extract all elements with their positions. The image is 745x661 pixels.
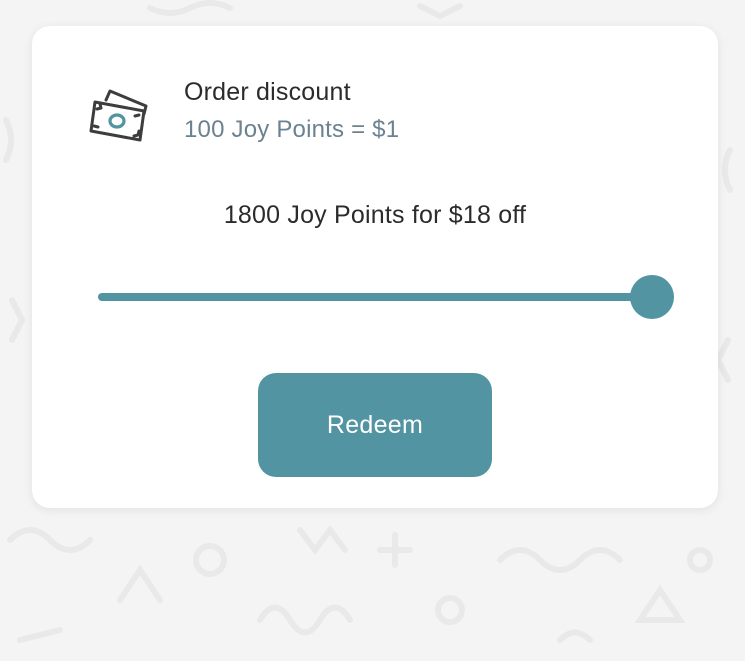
redemption-summary: 1800 Joy Points for $18 off: [223, 201, 527, 229]
points-slider[interactable]: [98, 275, 674, 319]
points-conversion-rate: 100 Joy Points = $1: [184, 116, 400, 143]
reward-title: Order discount: [184, 78, 351, 106]
money-bills-icon: [89, 89, 148, 142]
slider-fill: [98, 293, 652, 301]
reward-card: Order discount 100 Joy Points = $1 1800 …: [32, 26, 718, 508]
slider-thumb[interactable]: [630, 275, 674, 319]
redeem-button[interactable]: Redeem: [258, 373, 492, 477]
